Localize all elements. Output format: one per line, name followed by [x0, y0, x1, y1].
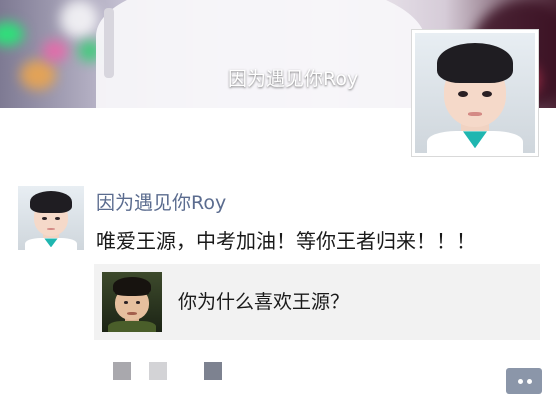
post-author-name[interactable]: 因为遇见你Roy — [96, 190, 226, 216]
gray-square — [113, 362, 131, 380]
comment-dots-icon — [518, 379, 523, 384]
post-text: 唯爱王源，中考加油！等你王者归来！！！ — [96, 229, 476, 253]
profile-avatar[interactable] — [412, 30, 538, 156]
cover-light — [60, 0, 98, 38]
avatar-photo — [415, 33, 535, 153]
post-author-avatar[interactable] — [18, 186, 84, 250]
cover-figure-detail — [104, 8, 114, 78]
cover-light — [42, 40, 68, 62]
shared-link-card[interactable]: 你为什么喜欢王源？ — [94, 264, 540, 340]
thumbnail-photo — [102, 272, 162, 332]
cover-light — [20, 60, 56, 90]
avatar-photo — [18, 186, 84, 250]
shared-link-title: 你为什么喜欢王源？ — [178, 291, 350, 313]
comment-button[interactable] — [506, 368, 542, 394]
gray-square — [204, 362, 222, 380]
comment-dots-icon — [527, 379, 532, 384]
profile-name: 因为遇见你Roy — [228, 68, 359, 90]
moments-screen: 因为遇见你Roy 因为遇见你Roy 唯爱王源，中考加油！等你王者归来！！！ 你为… — [0, 0, 556, 409]
cover-light — [0, 22, 24, 46]
shared-link-thumbnail — [102, 272, 162, 332]
gray-square — [149, 362, 167, 380]
